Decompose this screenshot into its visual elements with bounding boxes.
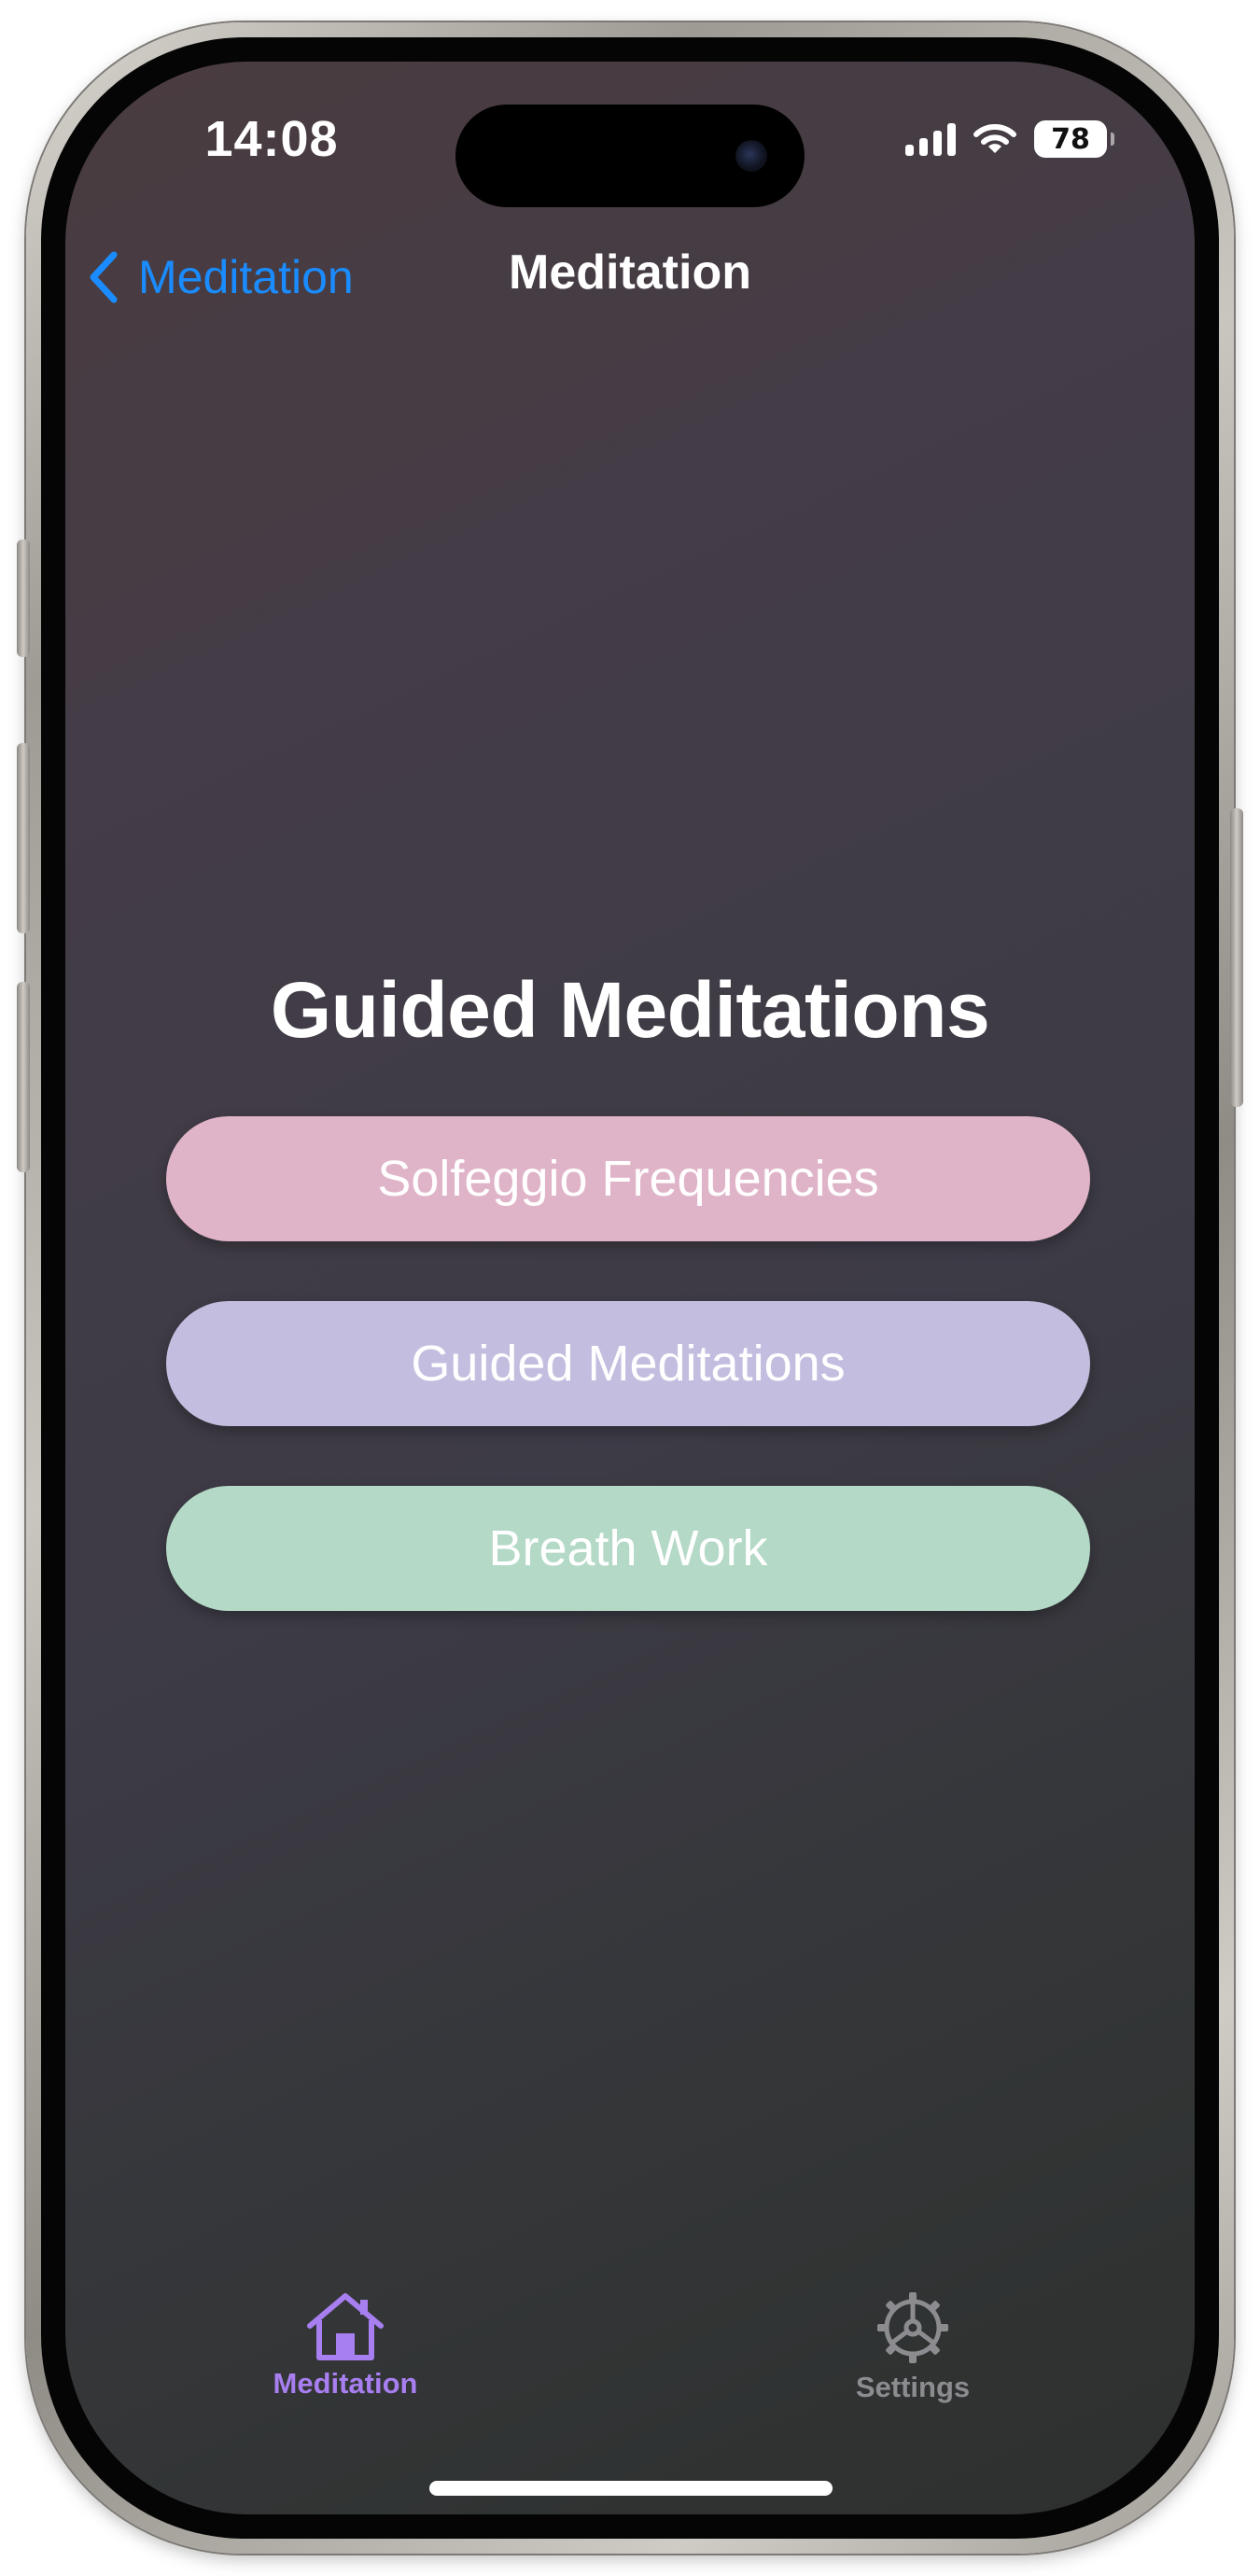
nav-title: Meditation xyxy=(509,245,751,300)
battery-level: 78 xyxy=(1051,122,1090,156)
tab-meditation[interactable]: Meditation xyxy=(233,2290,457,2401)
dynamic-island xyxy=(455,105,805,207)
tab-settings[interactable]: Settings xyxy=(801,2290,1025,2404)
solfeggio-frequencies-button[interactable]: Solfeggio Frequencies xyxy=(166,1116,1090,1241)
status-time: 14:08 xyxy=(204,111,339,167)
screen: 14:08 78 Meditation Meditation Guided Me… xyxy=(65,62,1195,2514)
battery-icon: 78 xyxy=(1034,120,1114,158)
gear-icon xyxy=(877,2292,948,2363)
home-indicator[interactable] xyxy=(429,2481,833,2496)
page-heading: Guided Meditations xyxy=(270,966,990,1054)
cellular-signal-icon xyxy=(905,122,956,156)
tab-settings-label: Settings xyxy=(855,2371,971,2403)
status-indicators: 78 xyxy=(905,116,1114,162)
front-camera xyxy=(735,140,767,172)
breath-work-button[interactable]: Breath Work xyxy=(166,1486,1090,1611)
action-button xyxy=(17,539,30,657)
volume-down-button xyxy=(17,982,30,1172)
guided-meditations-button[interactable]: Guided Meditations xyxy=(166,1301,1090,1426)
tab-meditation-label: Meditation xyxy=(273,2367,418,2400)
volume-up-button xyxy=(17,743,30,933)
house-icon xyxy=(307,2293,384,2360)
wifi-icon xyxy=(973,124,1016,153)
power-button xyxy=(1230,808,1243,1107)
